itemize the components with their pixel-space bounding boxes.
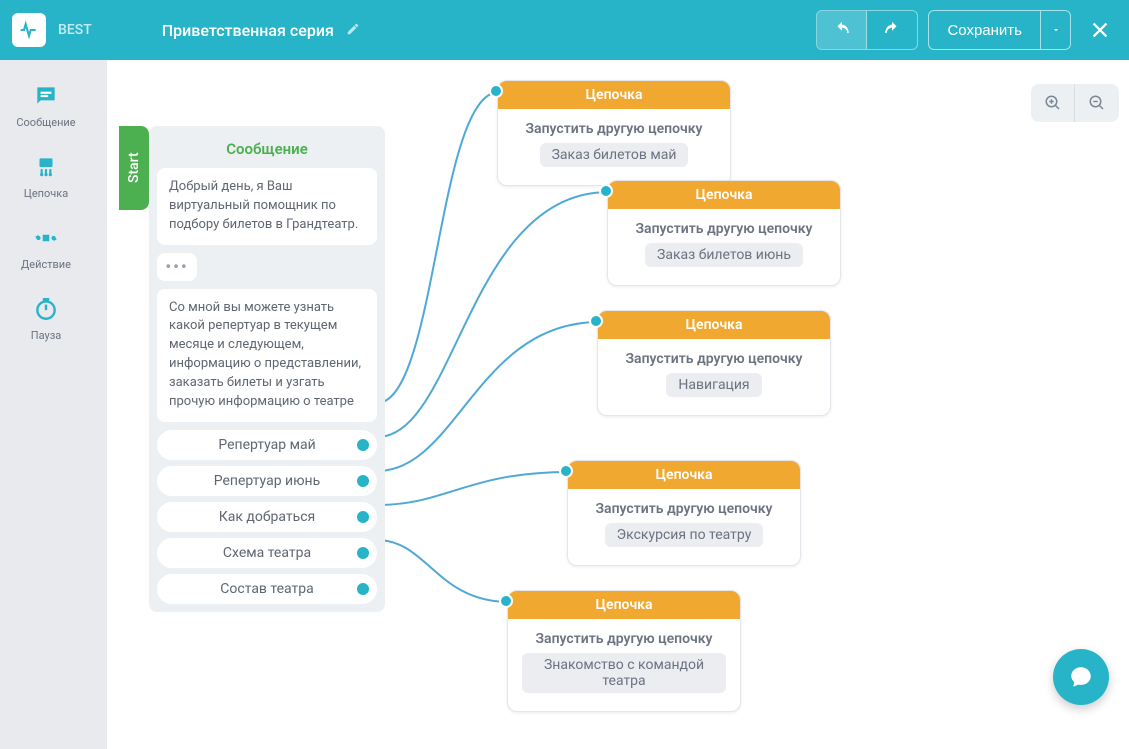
option-label: Как добраться	[219, 509, 315, 525]
chain-header: Цепочка	[608, 181, 840, 209]
page-title: Приветственная серия	[162, 21, 334, 40]
zoom-in-button[interactable]	[1031, 84, 1075, 122]
chain-header: Цепочка	[508, 591, 740, 619]
close-icon	[1089, 19, 1111, 41]
zoom-out-icon	[1088, 94, 1106, 112]
redo-button[interactable]	[867, 11, 917, 49]
zoom-out-button[interactable]	[1075, 84, 1119, 122]
sidebar-item-message[interactable]: Сообщение	[6, 72, 86, 137]
close-button[interactable]	[1083, 13, 1117, 47]
edit-icon[interactable]	[346, 21, 360, 40]
input-port[interactable]	[489, 84, 503, 98]
sidebar-item-label: Действие	[21, 258, 71, 271]
start-tab: Start	[119, 126, 149, 210]
zoom-in-icon	[1044, 94, 1062, 112]
message-text-1: Добрый день, я Ваш виртуальный помощник …	[157, 168, 377, 245]
chain-value: Навигация	[666, 373, 761, 397]
action-icon	[32, 224, 60, 252]
chain-header: Цепочка	[498, 81, 730, 109]
sidebar-item-label: Сообщение	[16, 116, 75, 129]
save-button[interactable]: Сохранить	[929, 11, 1040, 49]
option-label: Репертуар июнь	[214, 473, 320, 489]
sidebar-item-pause[interactable]: Пауза	[6, 285, 86, 350]
chat-icon	[1068, 664, 1094, 690]
chain-node[interactable]: Цепочка Запустить другую цепочку Экскурс…	[567, 460, 801, 566]
message-node[interactable]: Сообщение Добрый день, я Ваш виртуальный…	[149, 126, 385, 612]
save-dropdown[interactable]	[1040, 11, 1070, 49]
undo-icon	[833, 21, 851, 39]
brand-name: BEST	[58, 22, 92, 38]
chain-action: Запустить другую цепочку	[635, 221, 812, 237]
ellipsis-icon[interactable]: •••	[157, 253, 197, 281]
option-item[interactable]: Репертуар май	[157, 430, 377, 460]
chain-node[interactable]: Цепочка Запустить другую цепочку Заказ б…	[497, 80, 731, 186]
chain-action: Запустить другую цепочку	[595, 501, 772, 517]
undo-button[interactable]	[817, 11, 867, 49]
option-item[interactable]: Как добраться	[157, 502, 377, 532]
input-port[interactable]	[499, 594, 513, 608]
logo	[12, 13, 46, 47]
output-port[interactable]	[357, 511, 369, 523]
message-text-2: Со мной вы можете узнать какой репертуар…	[157, 289, 377, 422]
message-icon	[32, 82, 60, 110]
chain-node[interactable]: Цепочка Запустить другую цепочку Знакомс…	[507, 590, 741, 712]
sidebar: Сообщение Цепочка Действие Пауза	[6, 72, 86, 350]
option-item[interactable]: Репертуар июнь	[157, 466, 377, 496]
chain-header: Цепочка	[598, 311, 830, 339]
input-port[interactable]	[599, 184, 613, 198]
top-header: BEST Приветственная серия Сохранить	[0, 0, 1129, 60]
chain-action: Запустить другую цепочку	[535, 631, 712, 647]
chain-action: Запустить другую цепочку	[625, 351, 802, 367]
message-options: Репертуар май Репертуар июнь Как добрать…	[157, 430, 377, 604]
option-label: Схема театра	[223, 545, 311, 561]
input-port[interactable]	[589, 314, 603, 328]
chain-node[interactable]: Цепочка Запустить другую цепочку Навигац…	[597, 310, 831, 416]
option-label: Репертуар май	[218, 437, 315, 453]
chain-value: Заказ билетов июнь	[645, 243, 803, 267]
sidebar-item-chain[interactable]: Цепочка	[6, 143, 86, 208]
output-port[interactable]	[357, 583, 369, 595]
sidebar-item-label: Цепочка	[24, 187, 68, 200]
output-port[interactable]	[357, 439, 369, 451]
option-item[interactable]: Состав театра	[157, 574, 377, 604]
undo-redo-group	[816, 10, 918, 50]
chain-node[interactable]: Цепочка Запустить другую цепочку Заказ б…	[607, 180, 841, 286]
pulse-icon	[19, 20, 39, 40]
sidebar-item-action[interactable]: Действие	[6, 214, 86, 279]
option-label: Состав театра	[220, 581, 313, 597]
output-port[interactable]	[357, 547, 369, 559]
chain-value: Экскурсия по театру	[605, 523, 764, 547]
message-node-title: Сообщение	[157, 134, 377, 168]
sidebar-item-label: Пауза	[31, 329, 62, 342]
chat-fab[interactable]	[1053, 649, 1109, 705]
zoom-controls	[1031, 84, 1119, 122]
output-port[interactable]	[357, 475, 369, 487]
input-port[interactable]	[559, 464, 573, 478]
chain-value: Заказ билетов май	[540, 143, 689, 167]
chain-icon	[32, 153, 60, 181]
pause-icon	[32, 295, 60, 323]
chain-header: Цепочка	[568, 461, 800, 489]
chain-action: Запустить другую цепочку	[525, 121, 702, 137]
chain-value: Знакомство с командой театра	[522, 653, 726, 693]
redo-icon	[883, 21, 901, 39]
save-group: Сохранить	[928, 10, 1071, 50]
canvas[interactable]: Start Сообщение Добрый день, я Ваш вирту…	[107, 60, 1129, 749]
option-item[interactable]: Схема театра	[157, 538, 377, 568]
chevron-down-icon	[1051, 25, 1061, 35]
